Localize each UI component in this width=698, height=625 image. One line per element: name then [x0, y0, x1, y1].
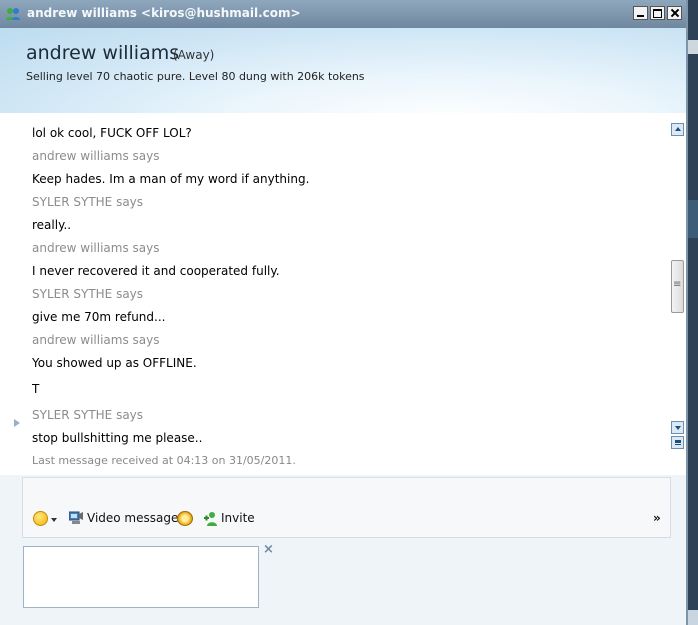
scroll-to-bottom-button[interactable] [671, 436, 684, 449]
window-title: andrew williams <kiros@hushmail.com> [27, 6, 301, 20]
nudge-icon[interactable] [177, 511, 193, 526]
message-sender: andrew williams says [32, 333, 160, 347]
emoticon-icon[interactable] [33, 511, 48, 526]
contact-name[interactable]: andrew williams [26, 42, 179, 64]
conversation-history[interactable]: lol ok cool, FUCK OFF LOL? andrew willia… [0, 113, 686, 475]
message-sender: SYLER SYTHE says [32, 408, 144, 422]
personal-message: Selling level 70 chaotic pure. Level 80 … [26, 70, 365, 83]
more-options-button[interactable]: » [653, 511, 661, 525]
conversation-window: andrew williams <kiros@hushmail.com> and… [0, 0, 688, 625]
message-text: really.. [32, 218, 72, 232]
background-fragment [688, 610, 698, 625]
message-text: give me 70m refund... [32, 310, 166, 324]
scrollbar-thumb[interactable] [671, 260, 684, 313]
video-message-icon[interactable] [69, 511, 84, 525]
message-input[interactable] [23, 546, 259, 608]
message-text: T [32, 382, 40, 396]
conversation-toolbar: Video message Invite » [22, 477, 671, 538]
message-text: Keep hades. Im a man of my word if anyth… [32, 172, 310, 186]
message-sender: SYLER SYTHE says [32, 195, 144, 209]
invite-button[interactable]: Invite [221, 511, 255, 525]
background-right-strip [688, 0, 698, 625]
minimize-button[interactable] [633, 6, 648, 20]
message-text: lol ok cool, FUCK OFF LOL? [32, 126, 192, 140]
invite-icon[interactable] [203, 511, 219, 526]
chevron-down-icon[interactable] [51, 518, 57, 522]
contact-header: andrew williams (Away) Selling level 70 … [0, 28, 686, 113]
message-text: stop bullshitting me please.. [32, 431, 203, 445]
message-sender: SYLER SYTHE says [32, 287, 144, 301]
video-message-button[interactable]: Video message [87, 511, 178, 525]
message-text: You showed up as OFFLINE. [32, 356, 197, 370]
messenger-icon [6, 8, 20, 20]
background-fragment [688, 40, 698, 54]
scroll-down-button[interactable] [671, 421, 684, 434]
message-sender: andrew williams says [32, 149, 160, 163]
background-fragment [688, 200, 698, 238]
scroll-up-button[interactable] [671, 123, 684, 136]
title-bar[interactable]: andrew williams <kiros@hushmail.com> [0, 0, 686, 28]
close-input-icon[interactable]: × [263, 542, 274, 557]
expand-arrow-icon[interactable] [14, 419, 20, 427]
message-text: I never recovered it and cooperated full… [32, 264, 280, 278]
last-message-timestamp: Last message received at 04:13 on 31/05/… [32, 454, 296, 467]
maximize-button[interactable] [650, 6, 665, 20]
message-list: lol ok cool, FUCK OFF LOL? andrew willia… [32, 122, 652, 450]
contact-status: (Away) [173, 48, 215, 62]
close-window-button[interactable] [667, 6, 682, 20]
message-sender: andrew williams says [32, 241, 160, 255]
